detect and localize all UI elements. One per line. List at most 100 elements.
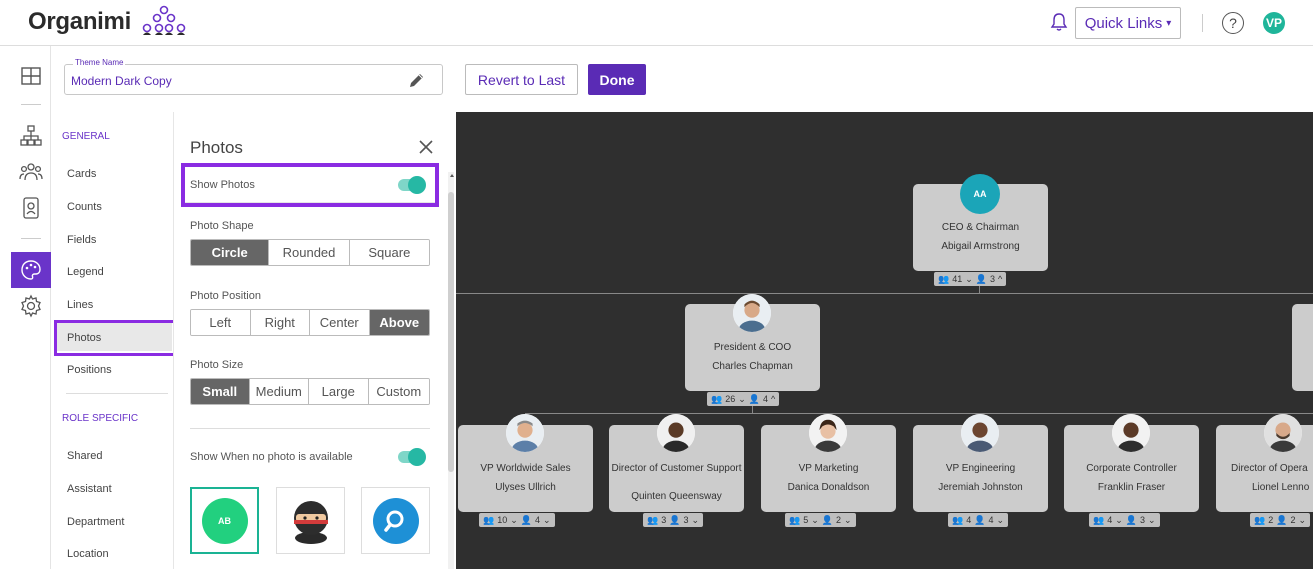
done-button[interactable]: Done [588,64,646,95]
direct-reports-icon: 👤 [975,273,987,284]
photo-size-selector: Small Medium Large Custom [190,378,430,405]
people-count-icon: 👥 [711,393,723,404]
nav-item-counts[interactable]: Counts [67,201,102,213]
nav-item-positions[interactable]: Positions [67,364,112,376]
left-icon-rail [11,46,51,569]
revert-to-last-button[interactable]: Revert to Last [465,64,578,95]
nav-item-department[interactable]: Department [67,516,124,528]
person-name: Danica Donaldson [787,482,870,493]
nav-divider [66,393,168,394]
nav-item-lines[interactable]: Lines [67,299,93,311]
people-icon[interactable] [19,160,43,184]
total-count: 26 [725,394,736,404]
panel-divider [190,428,430,429]
person-photo [657,414,695,452]
direct-count: 4 [535,515,541,525]
person-name: Lionel Lenno [1252,482,1310,493]
position-option-right[interactable]: Right [250,310,310,335]
ceo-count-bar[interactable]: 👥 41 ⌄ 👤 3 ^ [934,272,1007,286]
total-count: 3 [661,515,667,525]
gear-icon[interactable] [19,294,43,318]
theme-name-label: Theme Name [73,58,126,67]
fallback-initials-option[interactable]: AB [190,487,259,554]
nav-item-cards[interactable]: Cards [67,168,96,180]
photos-settings-panel: Photos Show Photos Photo Shape Circle Ro… [173,112,456,569]
fallback-search-option[interactable] [361,487,430,554]
brand-name[interactable]: Organimi [28,8,131,36]
report-5-count-bar[interactable]: 👥 4 ⌄ 👤 3 ⌄ [1089,513,1160,527]
direct-count: 4 [763,394,769,404]
nav-item-photos[interactable]: Photos [67,332,101,344]
chevron-down-icon: ⌄ [691,514,700,525]
theme-palette-button[interactable] [11,252,51,288]
panel-title: Photos [190,138,243,157]
report-6-count-bar[interactable]: 👥 2 👤 2 ⌄ [1250,513,1311,527]
user-avatar[interactable]: VP [1263,12,1285,34]
report-4-count-bar[interactable]: 👥 4 👤 4 ⌄ [948,513,1009,527]
chevron-down-icon: ⌄ [543,514,551,525]
scrollbar-thumb[interactable] [448,192,454,472]
shape-option-rounded[interactable]: Rounded [269,240,350,265]
profile-card-icon[interactable] [19,196,43,220]
organimi-logo-icon[interactable] [140,5,188,35]
person-name: Abigail Armstrong [941,241,1020,252]
header-divider [1202,14,1203,32]
direct-reports-icon: 👤 [1125,514,1137,525]
nav-item-assistant[interactable]: Assistant [67,483,112,495]
person-photo [1112,414,1150,452]
chevron-up-icon: ^ [771,394,776,404]
quick-links-dropdown[interactable]: Quick Links ▾ [1075,7,1181,39]
theme-settings-nav: GENERAL Cards Counts Fields Legend Lines… [51,112,176,569]
quick-links-label: Quick Links [1084,14,1163,32]
show-when-no-photo-toggle[interactable] [398,448,426,466]
pencil-icon[interactable] [408,71,426,89]
position-title: Director of Opera [1231,463,1308,474]
people-count-icon: 👥 [938,273,950,284]
direct-count: 3 [683,515,689,525]
person-photo [961,414,999,452]
theme-name-field[interactable]: Theme Name Modern Dark Copy [64,58,443,95]
report-2-count-bar[interactable]: 👥 3 👤 3 ⌄ [643,513,704,527]
theme-name-value[interactable]: Modern Dark Copy [71,74,172,88]
report-3-count-bar[interactable]: 👥 5 ⌄ 👤 2 ⌄ [785,513,856,527]
report-1-count-bar[interactable]: 👥 10 ⌄ 👤 4 ⌄ [479,513,555,527]
size-option-medium[interactable]: Medium [249,379,310,404]
org-chart-canvas[interactable]: CEO & Chairman Abigail Armstrong AA 👥 41 ⌄… [456,112,1313,569]
people-count-icon: 👥 [952,514,964,525]
bell-icon[interactable] [1050,12,1068,32]
close-icon[interactable] [418,139,434,155]
people-count-icon: 👥 [483,514,495,525]
position-title: Corporate Controller [1086,463,1177,474]
fallback-initials-avatar: AB [201,497,248,544]
shape-option-square[interactable]: Square [349,240,429,265]
dashboard-icon[interactable] [19,64,43,88]
fallback-ninja-option[interactable] [276,487,345,554]
photo-size-label: Photo Size [190,359,244,371]
photo-position-selector: Left Right Center Above [190,309,430,336]
direct-count: 2 [1290,515,1296,525]
org-chart-icon[interactable] [19,124,43,148]
nav-item-shared[interactable]: Shared [67,450,102,462]
chevron-up-icon: ^ [998,274,1003,284]
help-icon[interactable]: ? [1222,12,1244,34]
position-option-left[interactable]: Left [191,310,251,335]
shape-option-circle[interactable]: Circle [191,240,270,265]
nav-item-location[interactable]: Location [67,548,109,560]
size-option-small[interactable]: Small [191,379,250,404]
scroll-up-arrow[interactable] [450,174,454,177]
size-option-custom[interactable]: Custom [368,379,429,404]
president-count-bar[interactable]: 👥 26 ⌄ 👤 4 ^ [707,392,780,406]
position-option-center[interactable]: Center [310,310,370,335]
position-option-above[interactable]: Above [369,310,429,335]
person-photo [733,294,771,332]
nav-item-fields[interactable]: Fields [67,234,96,246]
size-option-large[interactable]: Large [309,379,369,404]
chevron-down-icon: ⌄ [996,514,1005,525]
connector-line [456,293,1313,294]
org-card-partial[interactable] [1292,304,1313,391]
person-name: Franklin Fraser [1097,482,1166,493]
panel-scrollbar[interactable] [448,172,454,569]
chevron-down-icon: ▾ [1166,17,1172,29]
nav-item-legend[interactable]: Legend [67,266,104,278]
show-photos-toggle[interactable] [398,176,426,194]
